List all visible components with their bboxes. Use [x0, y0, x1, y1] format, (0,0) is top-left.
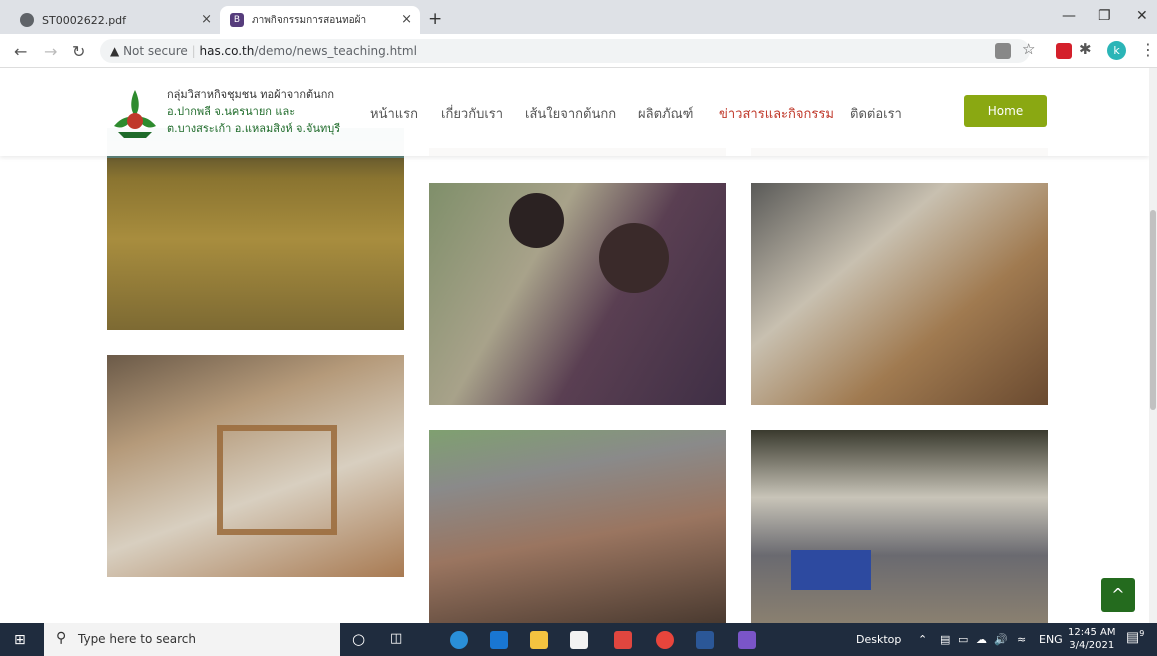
menu-item-home[interactable]: หน้าแรก [370, 103, 418, 124]
logo-line3: ต.บางสระเก้า อ.แหลมสิงห์ จ.จันทบุรี [167, 122, 341, 135]
task-view-icon[interactable]: ◫ [390, 631, 402, 646]
notification-icon[interactable]: ▤9 [1126, 629, 1144, 646]
clock-time: 12:45 AM [1068, 627, 1116, 638]
photo-two-weavers [429, 183, 726, 405]
flag-app-icon[interactable] [738, 631, 756, 649]
site-logo[interactable] [110, 86, 160, 140]
acrobat-icon[interactable] [1056, 43, 1072, 59]
mail-icon[interactable] [490, 631, 508, 649]
minimize-icon[interactable]: — [1062, 8, 1076, 24]
menu-item-about[interactable]: เกี่ยวกับเรา [441, 103, 503, 124]
chevron-up-icon: ^ [1111, 585, 1125, 604]
menu-icon[interactable]: ⋮ [1140, 40, 1156, 59]
store-icon[interactable] [570, 631, 588, 649]
notification-count: 9 [1139, 629, 1145, 638]
word-icon[interactable] [696, 631, 714, 649]
back-to-top-button[interactable]: ^ [1101, 578, 1135, 612]
tray-chevron-icon[interactable]: ⌃ [918, 633, 927, 646]
translate-icon[interactable] [995, 43, 1011, 59]
tab-pdf[interactable]: ST0002622.pdf × [10, 6, 220, 34]
logo-line2: อ.ปากพลี จ.นครนายก และ [167, 105, 296, 118]
tab-active[interactable]: B ภาพกิจกรรมการสอนทอผ้า × [220, 6, 420, 34]
windows-taskbar: ⊞ ⚲ Type here to search ○ ◫ Desktop ⌃ ▤ … [0, 623, 1157, 656]
clock-date: 3/4/2021 [1069, 640, 1115, 651]
close-window-icon[interactable]: ✕ [1136, 8, 1148, 24]
cloud-icon[interactable]: ☁ [976, 633, 987, 646]
tab-title: ST0002622.pdf [42, 13, 127, 27]
not-secure-label: Not secure [123, 44, 188, 58]
url-path: /demo/news_teaching.html [254, 44, 417, 58]
photo-loom-demonstration [751, 183, 1048, 405]
menu-item-fiber[interactable]: เส้นใยจากต้นกก [525, 103, 616, 124]
photo-weaving-room [107, 355, 404, 577]
photo-group-weaving [429, 430, 726, 623]
url-field[interactable]: ▲ Not secure | has.co.th/demo/news_teach… [100, 39, 1030, 63]
extensions-icon[interactable]: ✱ [1079, 40, 1092, 58]
cortana-icon[interactable]: ○ [352, 630, 365, 648]
logo-text: กลุ่มวิสาหกิจชุมชน ทอผ้าจากต้นกก อ.ปากพล… [167, 86, 340, 137]
warning-icon: ▲ [110, 44, 120, 58]
photo-group-standing [751, 430, 1048, 623]
volume-icon[interactable]: 🔊 [994, 633, 1008, 646]
battery-icon[interactable]: ▭ [958, 633, 968, 646]
site-header: กลุ่มวิสาหกิจชุมชน ทอผ้าจากต้นกก อ.ปากพล… [0, 68, 1149, 156]
search-icon: ⚲ [56, 630, 67, 646]
file-explorer-icon[interactable] [530, 631, 548, 649]
desktop-label[interactable]: Desktop [856, 633, 901, 646]
search-placeholder: Type here to search [78, 632, 196, 646]
address-bar: ← → ↻ ▲ Not secure | has.co.th/demo/news… [0, 34, 1157, 68]
network-icon[interactable]: ▤ [940, 633, 950, 646]
star-icon[interactable]: ☆ [1022, 40, 1035, 58]
logo-line1: กลุ่มวิสาหกิจชุมชน ทอผ้าจากต้นกก [167, 88, 335, 101]
language-indicator[interactable]: ENG [1039, 633, 1063, 646]
menu-item-news[interactable]: ข่าวสารและกิจกรรม [719, 103, 834, 124]
edge-icon[interactable] [450, 631, 468, 649]
taskbar-search-input[interactable]: ⚲ Type here to search [44, 623, 340, 656]
forward-icon[interactable]: → [44, 42, 57, 61]
close-tab-icon[interactable]: × [201, 12, 212, 27]
close-tab-icon[interactable]: × [401, 12, 412, 27]
home-button[interactable]: Home [964, 95, 1047, 127]
reload-icon[interactable]: ↻ [72, 42, 85, 61]
chrome-icon[interactable] [656, 631, 674, 649]
globe-icon [20, 13, 34, 27]
scrollbar-thumb[interactable] [1150, 210, 1156, 410]
back-icon[interactable]: ← [14, 42, 27, 61]
gift-icon[interactable] [614, 631, 632, 649]
menu-item-contact[interactable]: ติดต่อเรา [850, 103, 902, 124]
url-domain: has.co.th [199, 44, 255, 58]
browser-tab-bar: ST0002622.pdf × B ภาพกิจกรรมการสอนทอผ้า … [0, 0, 1157, 34]
photo-loom-fabric [107, 128, 404, 330]
new-tab-button[interactable]: + [428, 9, 442, 29]
menu-item-products[interactable]: ผลิตภัณฑ์ [638, 103, 693, 124]
bootstrap-icon: B [230, 13, 244, 27]
clock[interactable]: 12:45 AM 3/4/2021 [1068, 626, 1115, 652]
tab-title: ภาพกิจกรรมการสอนทอผ้า [252, 14, 367, 26]
windows-start-icon[interactable]: ⊞ [14, 632, 26, 648]
restore-icon[interactable]: ❐ [1098, 8, 1111, 24]
profile-avatar[interactable]: k [1107, 41, 1126, 60]
web-page: กลุ่มวิสาหกิจชุมชน ทอผ้าจากต้นกก อ.ปากพล… [0, 68, 1149, 623]
wifi-icon[interactable]: ≈ [1017, 633, 1026, 646]
